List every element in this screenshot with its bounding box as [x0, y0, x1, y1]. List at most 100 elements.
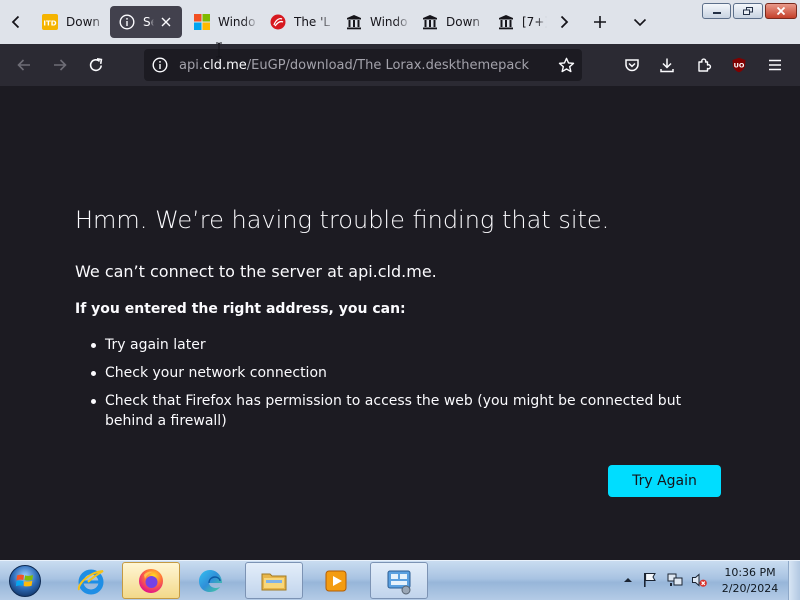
ublock-origin-button[interactable]: UO	[723, 49, 755, 81]
list-item: Check your network connection	[75, 363, 725, 383]
extensions-button[interactable]	[688, 49, 720, 81]
tab-1-active[interactable]: Ser	[110, 6, 182, 38]
back-button[interactable]	[8, 49, 40, 81]
show-hidden-icons-button[interactable]	[620, 572, 636, 588]
address-bar[interactable]: api.cld.me/EuGP/download/The Lorax.deskt…	[144, 49, 582, 81]
network-icon	[667, 573, 683, 586]
suggestions-list: Try again later Check your network conne…	[75, 335, 725, 439]
file-explorer-icon	[261, 573, 287, 590]
museum-icon	[422, 14, 438, 30]
url-text[interactable]: api.cld.me/EuGP/download/The Lorax.deskt…	[176, 58, 550, 73]
pocket-icon	[625, 59, 639, 72]
close-window-button[interactable]	[765, 3, 797, 19]
speaker-muted-icon	[692, 573, 707, 587]
tab-6[interactable]: [7+] W	[489, 6, 547, 38]
forward-button[interactable]	[44, 49, 76, 81]
tab-4[interactable]: Windo	[337, 6, 411, 38]
taskbar-firefox[interactable]	[122, 562, 180, 599]
clock-time: 10:36 PM	[724, 566, 776, 579]
puzzle-piece-icon	[698, 58, 712, 72]
suggestions-intro: If you entered the right address, you ca…	[75, 301, 406, 317]
tab-title: Down	[446, 15, 481, 29]
clock-date: 2/20/2024	[721, 582, 779, 595]
bookmark-star-button[interactable]	[550, 49, 582, 81]
taskbar-control-panel[interactable]	[370, 562, 428, 599]
close-tab-button[interactable]	[158, 14, 174, 30]
chevron-up-icon	[624, 578, 632, 582]
downloads-button[interactable]	[651, 49, 683, 81]
list-all-tabs-button[interactable]	[624, 6, 656, 38]
restore-button[interactable]	[733, 3, 763, 19]
try-again-button[interactable]: Try Again	[608, 465, 721, 497]
start-button[interactable]	[6, 563, 44, 599]
arrow-left-icon	[17, 59, 30, 71]
reload-button[interactable]	[80, 49, 112, 81]
list-item: Try again later	[75, 335, 725, 355]
tab-title: Down	[66, 15, 101, 29]
tab-title: The 'L	[294, 15, 331, 29]
star-icon	[558, 57, 574, 72]
list-item: Check that Firefox has permission to acc…	[75, 391, 725, 431]
svg-text:ITD: ITD	[43, 20, 56, 28]
chevron-right-icon	[560, 15, 569, 29]
internet-explorer-icon	[77, 569, 104, 594]
page-content: Hmm. We’re having trouble finding that s…	[0, 86, 800, 560]
arrow-right-icon	[54, 59, 67, 71]
museum-icon	[346, 14, 362, 30]
ublock-shield-icon: UO	[732, 57, 746, 73]
tab-title: Windo	[370, 15, 408, 29]
restore-icon	[743, 7, 753, 15]
error-title: Hmm. We’re having trouble finding that s…	[75, 206, 610, 234]
tab-title: [7+] W	[522, 15, 547, 29]
edge-icon	[199, 569, 222, 592]
taskbar-media-player[interactable]	[307, 562, 365, 599]
museum-icon	[498, 14, 514, 30]
reload-icon	[89, 58, 103, 72]
tab-5[interactable]: Down	[413, 6, 487, 38]
action-center-tray-icon[interactable]	[642, 572, 658, 588]
show-desktop-button[interactable]	[788, 561, 800, 600]
application-menu-button[interactable]	[759, 49, 791, 81]
windows-icon	[194, 14, 210, 30]
tab-2[interactable]: Windo	[185, 6, 259, 38]
pocket-button[interactable]	[616, 49, 648, 81]
red-swirl-icon	[270, 14, 286, 30]
close-icon	[161, 17, 171, 27]
system-clock[interactable]: 10:36 PM 2/20/2024	[716, 565, 784, 597]
error-description: We can’t connect to the server at api.cl…	[75, 262, 437, 281]
url-prefix: api.	[179, 57, 203, 73]
tab-title: Windo	[218, 15, 256, 29]
firefox-icon	[139, 568, 163, 593]
network-tray-icon[interactable]	[667, 572, 683, 588]
plus-icon	[594, 16, 606, 28]
url-host: cld.me	[202, 57, 247, 73]
tab-title: Ser	[143, 15, 154, 29]
scroll-tabs-right-button[interactable]	[548, 6, 580, 38]
url-path: /EuGP/download/The Lorax.deskthemepack	[246, 57, 530, 73]
itd-icon: ITD	[42, 14, 58, 30]
minimize-button[interactable]	[702, 3, 731, 19]
hamburger-menu-icon	[769, 59, 781, 71]
text-cursor-icon	[216, 42, 222, 58]
media-player-icon	[325, 570, 347, 591]
taskbar-internet-explorer[interactable]	[62, 562, 120, 599]
chevron-down-icon	[633, 18, 647, 27]
volume-tray-icon[interactable]	[691, 572, 707, 588]
taskbar-edge[interactable]	[182, 562, 240, 599]
svg-text:UO: UO	[734, 62, 745, 70]
info-icon	[152, 57, 168, 73]
download-icon	[660, 58, 674, 73]
site-info-button[interactable]	[144, 49, 176, 81]
tab-3[interactable]: The 'L	[261, 6, 335, 38]
taskbar-file-explorer[interactable]	[245, 562, 303, 599]
scroll-tabs-left-button[interactable]	[0, 6, 32, 38]
new-tab-button[interactable]	[584, 6, 616, 38]
close-icon	[776, 7, 786, 15]
chevron-left-icon	[11, 15, 20, 29]
taskbar: 10:36 PM 2/20/2024	[0, 560, 800, 600]
control-panel-icon	[387, 570, 411, 594]
tab-strip: ITD Down Ser Windo The 'L Windo Do	[0, 0, 800, 44]
tab-0[interactable]: ITD Down	[33, 6, 107, 38]
windows-start-orb-icon	[9, 565, 41, 597]
minimize-icon	[712, 12, 721, 14]
